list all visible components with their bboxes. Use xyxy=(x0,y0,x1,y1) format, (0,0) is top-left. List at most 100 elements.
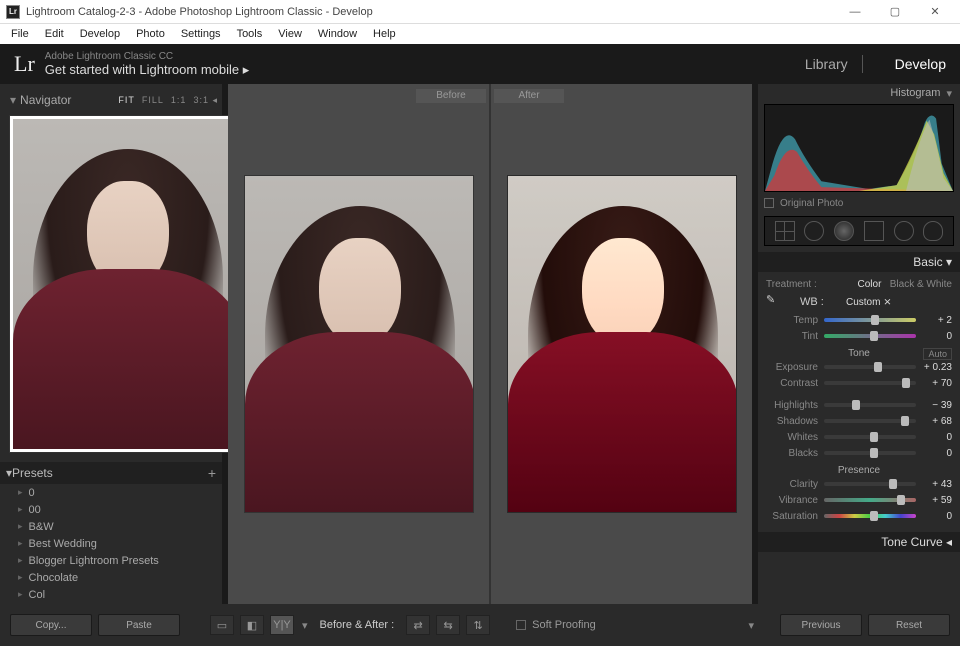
exposure-slider[interactable] xyxy=(824,365,916,369)
window-maximize-button[interactable]: ▢ xyxy=(876,0,914,24)
menu-tools[interactable]: Tools xyxy=(230,28,270,40)
menu-settings[interactable]: Settings xyxy=(174,28,228,40)
menu-view[interactable]: View xyxy=(271,28,309,40)
histogram[interactable] xyxy=(764,104,954,192)
contrast-slider[interactable] xyxy=(824,381,916,385)
redeye-tool[interactable] xyxy=(834,221,854,241)
module-develop[interactable]: Develop xyxy=(895,56,946,72)
window-minimize-button[interactable]: — xyxy=(836,0,874,24)
left-panel: ▾ Navigator FIT FILL 1:1 3:1 ◂ ▾ Presets… xyxy=(0,84,222,604)
original-photo-toggle[interactable]: Original Photo xyxy=(764,194,954,212)
toolbar-chevron-icon[interactable]: ▾ xyxy=(748,619,754,632)
copy-button[interactable]: Copy... xyxy=(10,614,92,636)
chevron-right-icon: ▸ xyxy=(18,521,23,532)
radial-filter-tool[interactable] xyxy=(894,221,914,241)
preset-folder[interactable]: ▸Cole's LR Presets xyxy=(10,603,218,604)
before-photo xyxy=(245,176,473,512)
before-label: Before xyxy=(416,89,486,103)
navigator-zoom-modes[interactable]: FIT FILL 1:1 3:1 ◂ xyxy=(118,95,218,106)
wb-select[interactable]: Custom ⨯ xyxy=(846,297,892,308)
shadows-label: Shadows xyxy=(766,416,818,427)
navigator-thumbnail[interactable] xyxy=(10,116,238,452)
treatment-bw[interactable]: Black & White xyxy=(890,279,952,290)
image-viewer[interactable]: Before After xyxy=(228,84,752,604)
blacks-slider[interactable] xyxy=(824,451,916,455)
preset-folder[interactable]: ▸Blogger Lightroom Presets xyxy=(10,552,218,569)
module-library[interactable]: Library xyxy=(805,56,848,72)
exposure-value[interactable]: + 0.23 xyxy=(922,362,952,373)
menu-help[interactable]: Help xyxy=(366,28,403,40)
histogram-title: Histogram xyxy=(890,87,940,99)
menu-photo[interactable]: Photo xyxy=(129,28,172,40)
highlights-value[interactable]: − 39 xyxy=(922,400,952,411)
swap-button[interactable]: ⇄ xyxy=(406,615,430,635)
menu-develop[interactable]: Develop xyxy=(73,28,127,40)
navigator-header[interactable]: ▾ Navigator FIT FILL 1:1 3:1 ◂ xyxy=(10,90,218,110)
clarity-slider[interactable] xyxy=(824,482,916,486)
eyedropper-icon[interactable]: ✎ xyxy=(766,293,784,311)
shadows-value[interactable]: + 68 xyxy=(922,416,952,427)
spot-removal-tool[interactable] xyxy=(804,221,824,241)
preset-list: ▸0▸00▸B&W▸Best Wedding▸Blogger Lightroom… xyxy=(10,484,218,604)
reset-button[interactable]: Reset xyxy=(868,614,950,636)
histogram-header[interactable]: Histogram▾ xyxy=(758,84,960,102)
paste-button[interactable]: Paste xyxy=(98,614,180,636)
chevron-right-icon: ▸ xyxy=(18,538,23,549)
preset-folder[interactable]: ▸00 xyxy=(10,501,218,518)
copy-before-button[interactable]: ⇆ xyxy=(436,615,460,635)
chevron-right-icon: ▸ xyxy=(18,487,23,498)
after-label: After xyxy=(494,89,564,103)
whites-slider[interactable] xyxy=(824,435,916,439)
preset-folder[interactable]: ▸Col xyxy=(10,586,218,603)
app-subtitle: Adobe Lightroom Classic CC xyxy=(45,51,250,62)
crop-tool[interactable] xyxy=(775,221,795,241)
menu-file[interactable]: File xyxy=(4,28,36,40)
whites-value[interactable]: 0 xyxy=(922,432,952,443)
tonecurve-header[interactable]: Tone Curve ◂ xyxy=(758,532,960,552)
chevron-right-icon: ▸ xyxy=(18,572,23,583)
temp-slider[interactable] xyxy=(824,318,916,322)
saturation-slider[interactable] xyxy=(824,514,916,518)
auto-button[interactable]: Auto xyxy=(923,348,952,360)
saturation-value[interactable]: 0 xyxy=(922,511,952,522)
original-photo-label: Original Photo xyxy=(780,198,843,209)
tint-value[interactable]: 0 xyxy=(922,331,952,342)
copy-after-button[interactable]: ⇅ xyxy=(466,615,490,635)
window-title: Lightroom Catalog-2-3 - Adobe Photoshop … xyxy=(26,6,836,18)
window-close-button[interactable]: ✕ xyxy=(916,0,954,24)
soft-proofing-toggle[interactable]: Soft Proofing xyxy=(516,619,596,631)
chevron-right-icon: ▸ xyxy=(18,504,23,515)
shadows-slider[interactable] xyxy=(824,419,916,423)
menu-edit[interactable]: Edit xyxy=(38,28,71,40)
highlights-slider[interactable] xyxy=(824,403,916,407)
preset-folder[interactable]: ▸0 xyxy=(10,484,218,501)
treatment-color[interactable]: Color xyxy=(858,279,882,290)
menu-window[interactable]: Window xyxy=(311,28,364,40)
loupe-view-button[interactable]: ▭ xyxy=(210,615,234,635)
preset-folder[interactable]: ▸B&W xyxy=(10,518,218,535)
graduated-filter-tool[interactable] xyxy=(864,221,884,241)
vibrance-value[interactable]: + 59 xyxy=(922,495,952,506)
presets-header[interactable]: ▾ Presets + xyxy=(0,462,222,484)
preset-folder[interactable]: ▸Chocolate xyxy=(10,569,218,586)
blacks-value[interactable]: 0 xyxy=(922,448,952,459)
get-started-link[interactable]: Get started with Lightroom mobile ▸ xyxy=(45,62,250,78)
before-after-split-button[interactable]: Y|Y xyxy=(270,615,294,635)
basic-panel-header[interactable]: Basic ▾ xyxy=(758,252,960,272)
presets-title: Presets xyxy=(12,466,53,480)
contrast-label: Contrast xyxy=(766,378,818,389)
vibrance-slider[interactable] xyxy=(824,498,916,502)
contrast-value[interactable]: + 70 xyxy=(922,378,952,389)
clarity-value[interactable]: + 43 xyxy=(922,479,952,490)
basic-title: Basic xyxy=(913,255,942,269)
treatment-label: Treatment : xyxy=(766,279,817,290)
highlights-label: Highlights xyxy=(766,400,818,411)
previous-button[interactable]: Previous xyxy=(780,614,862,636)
tint-slider[interactable] xyxy=(824,334,916,338)
temp-value[interactable]: + 2 xyxy=(922,315,952,326)
adjustment-brush-tool[interactable] xyxy=(923,221,943,241)
preset-folder[interactable]: ▸Best Wedding xyxy=(10,535,218,552)
before-after-lr-button[interactable]: ◧ xyxy=(240,615,264,635)
add-preset-button[interactable]: + xyxy=(208,465,216,481)
bb-chevron-icon[interactable]: ▾ xyxy=(302,619,308,632)
